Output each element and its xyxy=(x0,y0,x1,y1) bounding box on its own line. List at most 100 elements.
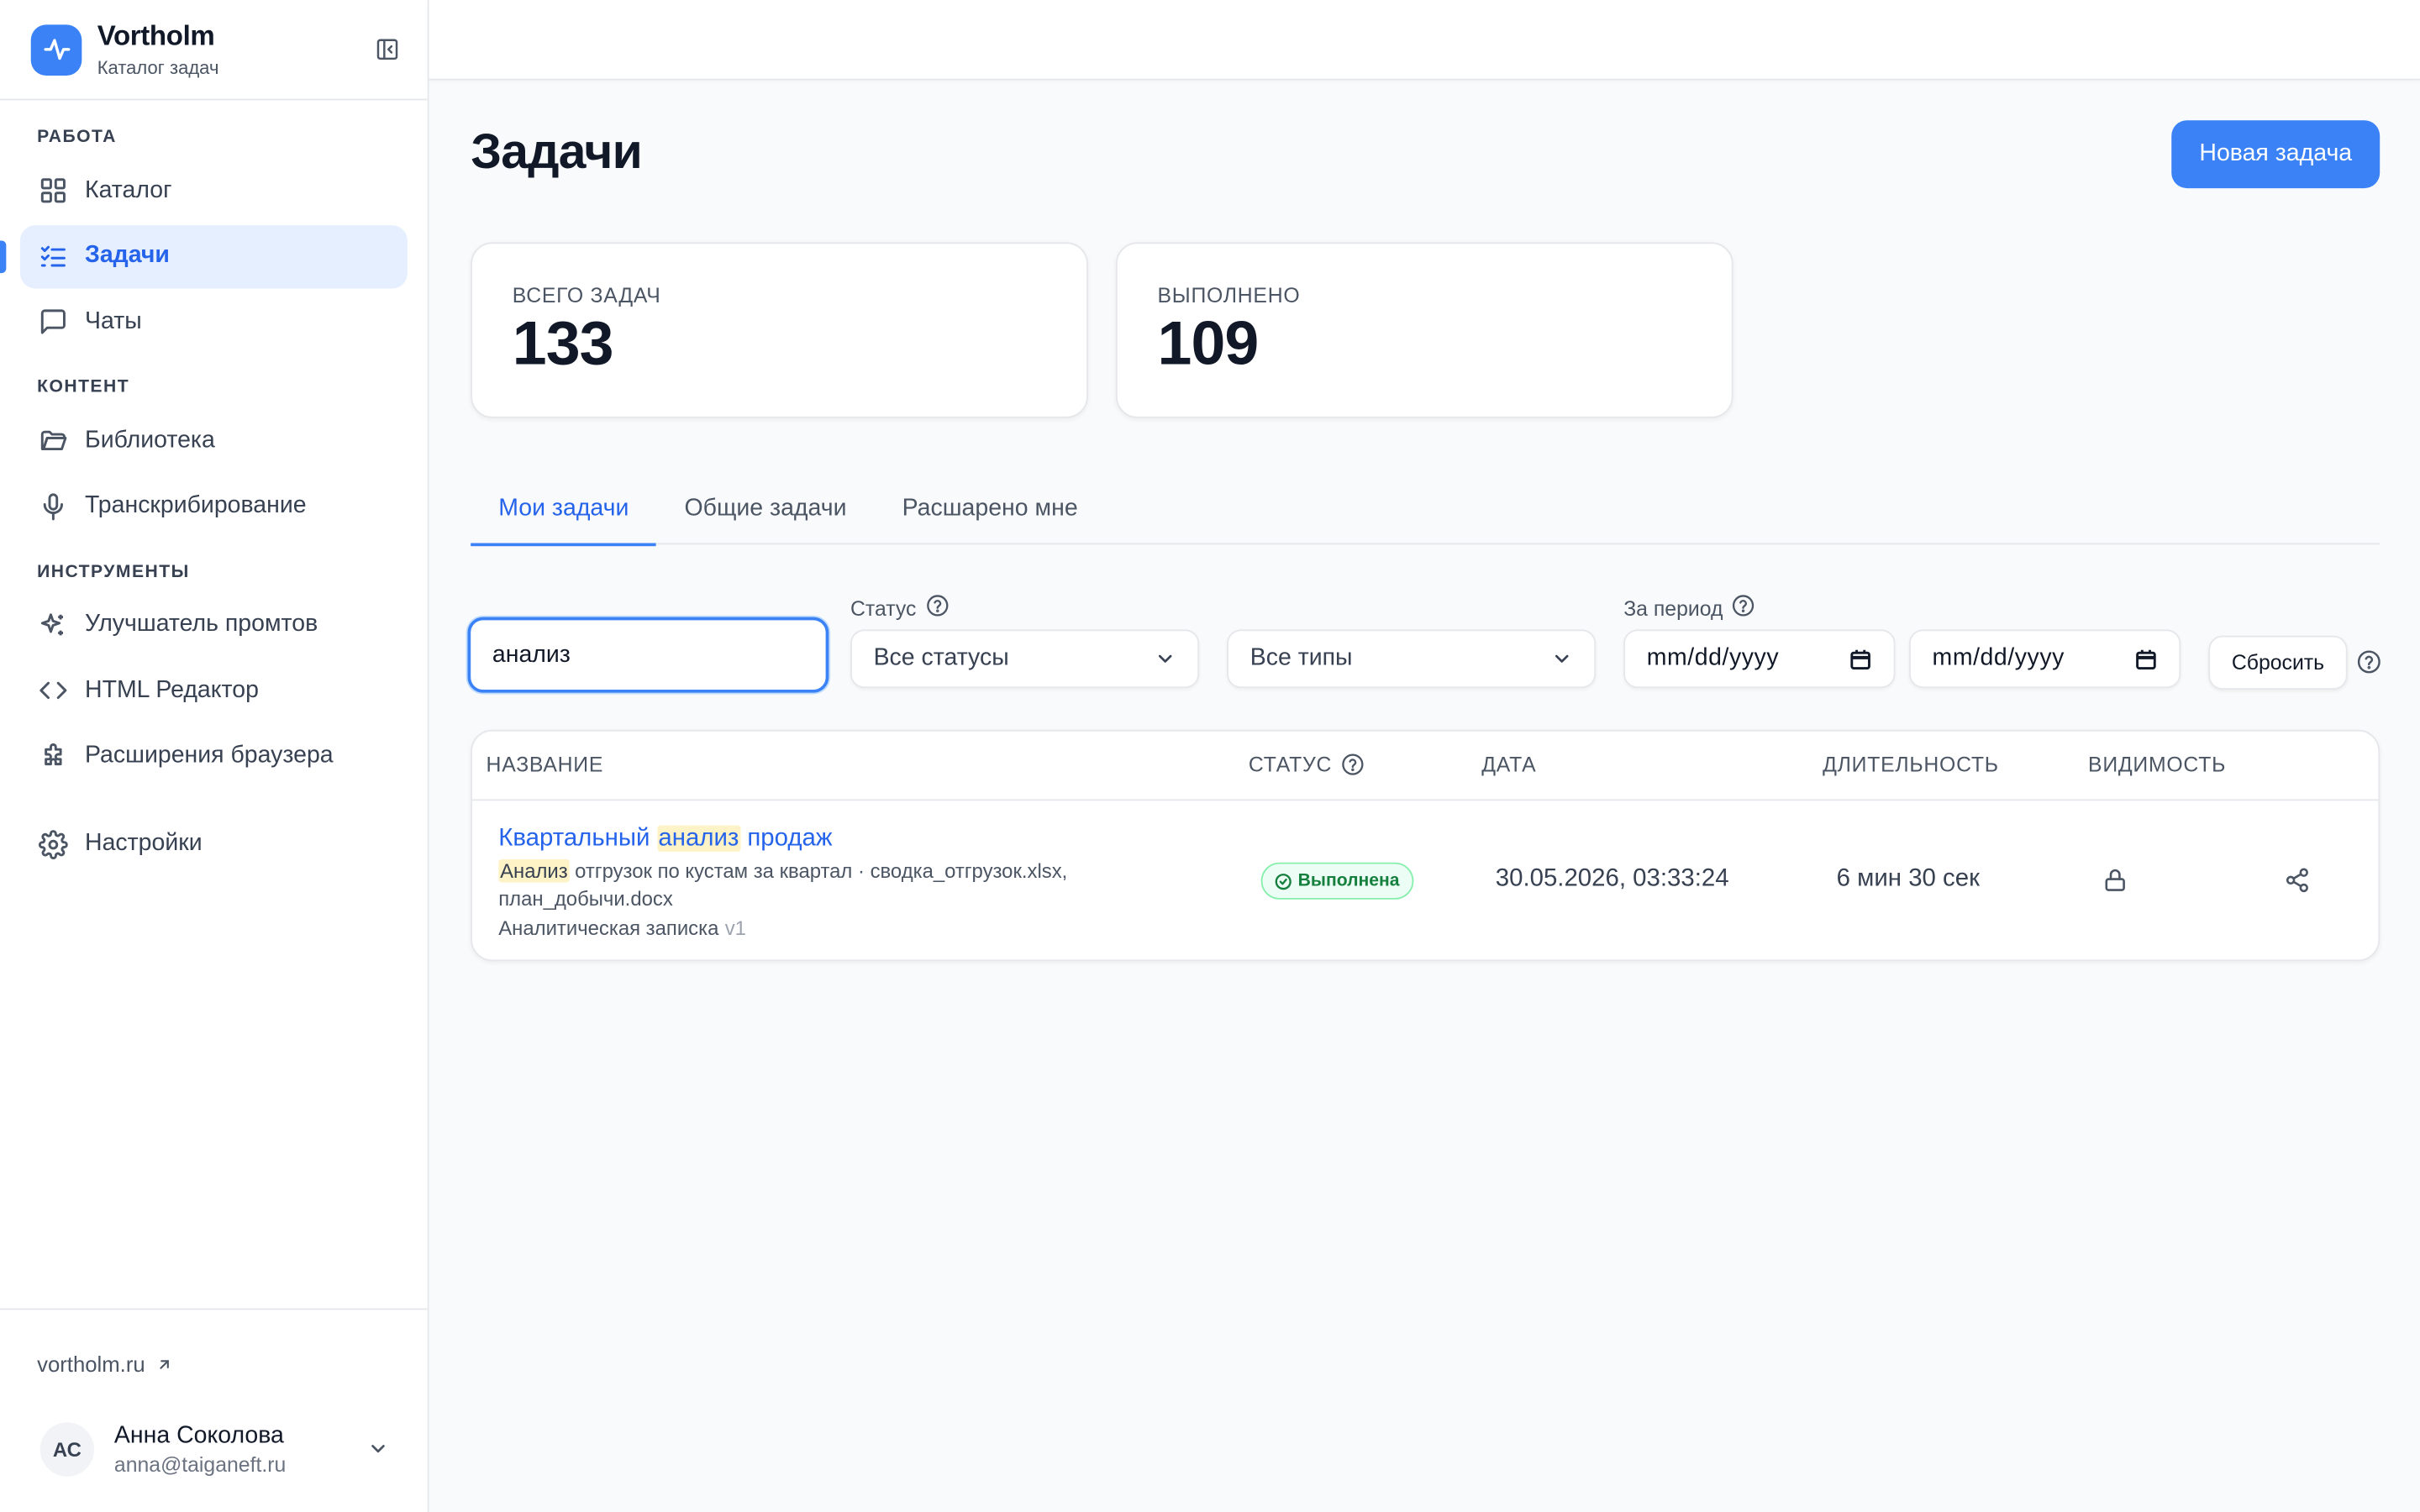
column-header-visibility: ВИДИМОСТЬ xyxy=(2088,753,2227,776)
stat-card-completed: ВЫПОЛНЕНО 109 xyxy=(1115,242,1733,418)
column-header-status-label: СТАТУС xyxy=(1248,753,1333,776)
date-from-value: mm/dd/yyyy xyxy=(1646,644,1780,671)
chevron-down-icon xyxy=(367,1438,389,1467)
brand-name: Vortholm xyxy=(97,19,215,51)
chevron-down-icon xyxy=(1551,648,1573,669)
task-description: Анализ отгрузок по кустам за квартал · с… xyxy=(498,858,1146,911)
sidebar-item-label: Каталог xyxy=(85,176,172,203)
sidebar-nav: РАБОТА Каталог Задачи Чаты КОНТЕНТ Библи… xyxy=(0,100,428,1308)
sidebar-item-settings[interactable]: Настройки xyxy=(20,812,408,875)
help-icon[interactable] xyxy=(2357,649,2381,682)
chevron-down-icon xyxy=(1155,648,1176,669)
status-select-value: Все статусы xyxy=(873,644,1009,671)
task-title-link[interactable]: Квартальный анализ продаж xyxy=(498,825,833,853)
search-highlight: анализ xyxy=(656,825,741,852)
task-version: v1 xyxy=(724,916,746,940)
stat-label: ВЫПОЛНЕНО xyxy=(1157,283,1301,307)
sidebar-item-prompt-enhancer[interactable]: Улучшатель промтов xyxy=(20,593,408,656)
sparkles-icon xyxy=(37,609,68,640)
sidebar-item-label: Чаты xyxy=(85,307,142,334)
date-to-input[interactable]: mm/dd/yyyy xyxy=(1908,629,2181,689)
stat-label: ВСЕГО ЗАДАЧ xyxy=(512,283,661,307)
task-description-text: отгрузок по кустам за квартал · сводка_о… xyxy=(498,859,1068,910)
grid-icon xyxy=(37,175,68,206)
brand-header: Vortholm Каталог задач xyxy=(0,0,428,101)
sidebar-item-catalog[interactable]: Каталог xyxy=(20,159,408,222)
tab-shared-tasks[interactable]: Общие задачи xyxy=(656,472,874,544)
top-bar xyxy=(429,0,2420,81)
column-header-name: НАЗВАНИЕ xyxy=(486,753,604,776)
search-input[interactable]: анализ xyxy=(467,617,829,693)
brand-subtitle: Каталог задач xyxy=(97,56,219,79)
share-icon[interactable] xyxy=(2284,867,2310,900)
column-header-status: СТАТУС xyxy=(1249,753,1365,776)
task-title-part: продаж xyxy=(740,825,833,852)
sidebar-item-html-editor[interactable]: HTML Редактор xyxy=(20,659,408,722)
main-content: Задачи Новая задача ВСЕГО ЗАДАЧ 133 ВЫПО… xyxy=(429,0,2420,1512)
external-link-icon xyxy=(156,1356,173,1373)
page-title: Задачи xyxy=(471,123,643,180)
table-row[interactable]: Квартальный анализ продаж Анализ отгрузо… xyxy=(472,801,2378,961)
sidebar: Vortholm Каталог задач РАБОТА Каталог За… xyxy=(0,0,429,1512)
tab-my-tasks[interactable]: Мои задачи xyxy=(471,472,658,547)
sidebar-item-label: HTML Редактор xyxy=(85,676,259,703)
sidebar-item-library[interactable]: Библиотека xyxy=(20,409,408,472)
sidebar-item-label: Расширения браузера xyxy=(85,742,334,769)
gear-icon xyxy=(37,828,68,859)
sidebar-item-tasks[interactable]: Задачи xyxy=(0,224,408,288)
status-badge: Выполнена xyxy=(1260,862,1414,900)
stat-card-total: ВСЕГО ЗАДАЧ 133 xyxy=(471,242,1088,418)
check-circle-icon xyxy=(1275,873,1292,890)
help-icon[interactable] xyxy=(925,594,949,622)
column-header-date: ДАТА xyxy=(1481,753,1537,776)
task-meta: Аналитическая записка v1 xyxy=(498,916,746,940)
user-email: anna@taiganeft.ru xyxy=(113,1453,287,1477)
nav-section-title: КОНТЕНТ xyxy=(37,377,130,397)
status-badge-label: Выполнена xyxy=(1297,871,1400,890)
help-icon[interactable] xyxy=(1732,594,1755,622)
calendar-icon[interactable] xyxy=(2134,647,2158,670)
sidebar-item-label: Задачи xyxy=(85,242,170,269)
task-date: 30.05.2026, 03:33:24 xyxy=(1495,865,1729,892)
code-icon xyxy=(37,675,68,706)
activity-logo-icon xyxy=(30,24,82,76)
reset-filters-button[interactable]: Сбросить xyxy=(2208,635,2348,690)
microphone-icon xyxy=(37,491,68,522)
date-from-input[interactable]: mm/dd/yyyy xyxy=(1623,629,1896,689)
type-select[interactable]: Все типы xyxy=(1227,629,1597,689)
nav-section-title: ИНСТРУМЕНТЫ xyxy=(37,562,190,581)
table-header: НАЗВАНИЕ СТАТУС ДАТА ДЛИТЕЛЬНОСТЬ ВИДИМО… xyxy=(472,732,2379,801)
calendar-icon[interactable] xyxy=(1849,647,1872,670)
nav-section-title: РАБОТА xyxy=(37,128,117,147)
sidebar-item-label: Библиотека xyxy=(85,426,215,454)
stat-value: 109 xyxy=(1157,310,1260,378)
sidebar-footer: vortholm.ru АС Анна Соколова anna@taigan… xyxy=(0,1308,428,1512)
sidebar-item-label: Транскрибирование xyxy=(85,491,307,519)
task-title-part: Квартальный xyxy=(498,825,657,852)
chat-icon xyxy=(37,307,68,338)
status-select[interactable]: Все статусы xyxy=(850,629,1200,689)
sidebar-item-chats[interactable]: Чаты xyxy=(20,290,408,353)
lock-icon[interactable] xyxy=(2102,867,2128,900)
new-task-button[interactable]: Новая задача xyxy=(2171,120,2381,189)
site-link-label: vortholm.ru xyxy=(37,1351,145,1377)
search-highlight: Анализ xyxy=(498,859,570,883)
task-type: Аналитическая записка xyxy=(498,916,719,940)
help-icon[interactable] xyxy=(1341,753,1365,776)
date-to-value: mm/dd/yyyy xyxy=(1932,644,2065,671)
status-filter-label-text: Статус xyxy=(850,596,917,620)
user-name: Анна Соколова xyxy=(113,1422,284,1449)
checklist-icon xyxy=(37,241,68,272)
folder-icon xyxy=(37,425,68,456)
puzzle-icon xyxy=(37,741,68,772)
sidebar-collapse-icon[interactable] xyxy=(375,37,399,61)
task-duration: 6 мин 30 сек xyxy=(1836,865,1980,892)
sidebar-item-transcription[interactable]: Транскрибирование xyxy=(20,475,408,538)
sidebar-item-browser-extensions[interactable]: Расширения браузера xyxy=(20,724,408,787)
tab-shared-with-me[interactable]: Расшарено мне xyxy=(875,472,1106,544)
period-filter-label-text: За период xyxy=(1623,596,1723,620)
status-filter-label: Статус xyxy=(850,594,949,622)
site-link[interactable]: vortholm.ru xyxy=(37,1352,173,1376)
user-menu[interactable]: АС Анна Соколова anna@taiganeft.ru xyxy=(39,1422,395,1477)
task-tabs: Мои задачи Общие задачи Расшарено мне xyxy=(471,472,2381,547)
